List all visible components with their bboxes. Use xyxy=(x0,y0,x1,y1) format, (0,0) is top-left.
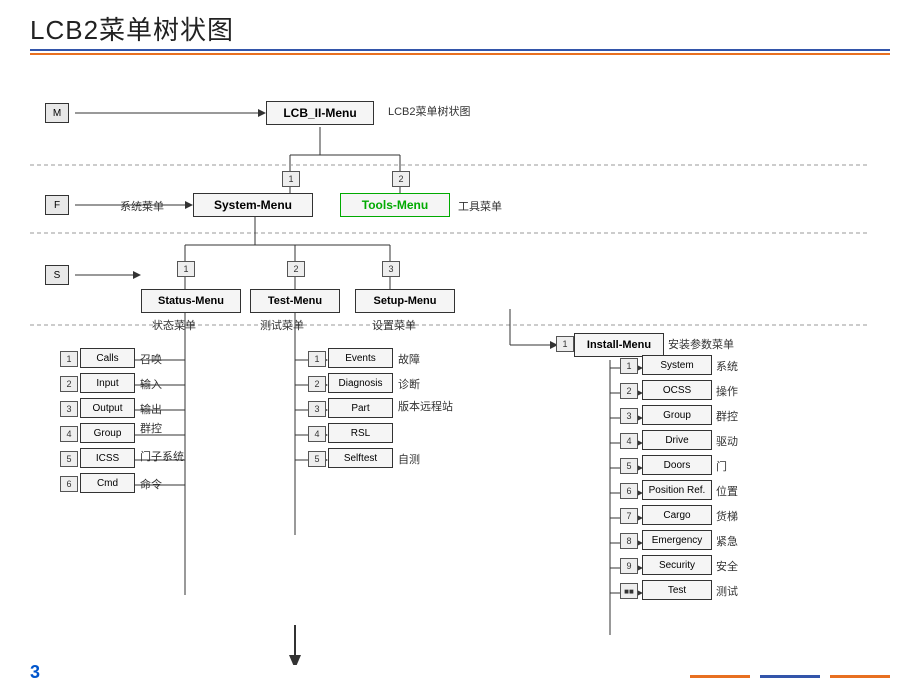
install-badge-9: 9 xyxy=(620,558,638,574)
test-badge-3: 3 xyxy=(308,401,326,417)
group2-box: Group xyxy=(642,405,712,425)
footer-line-2 xyxy=(830,675,890,678)
system-menu-cn-label: 系统菜单 xyxy=(120,198,164,214)
events-cn: 故障 xyxy=(398,351,420,367)
install-badge-8: 8 xyxy=(620,533,638,549)
status-menu-box: Status-Menu xyxy=(141,289,241,313)
calls-box: Calls xyxy=(80,348,135,368)
test-menu-cn: 测试菜单 xyxy=(260,317,304,333)
test-badge-2: 2 xyxy=(308,376,326,392)
m-key-box: M xyxy=(45,103,69,123)
drive-box: Drive xyxy=(642,430,712,450)
badge-3-setup: 3 xyxy=(382,261,400,277)
part-cn: 版本远程站 xyxy=(398,398,453,414)
install-badge-6: 6 xyxy=(620,483,638,499)
test-badge-5: 5 xyxy=(308,451,326,467)
system-cn: 系统 xyxy=(716,358,738,374)
lcb-menu-top-label: LCB2菜单树状图 xyxy=(388,103,471,119)
output-cn: 输出 xyxy=(140,401,162,417)
install-badge-3: 3 xyxy=(620,408,638,424)
setup-menu-box: Setup-Menu xyxy=(355,289,455,313)
install-badge-2: 2 xyxy=(620,383,638,399)
status-badge-1: 1 xyxy=(60,351,78,367)
page-title: LCB2菜单树状图 xyxy=(30,10,890,47)
selftest-cn: 自测 xyxy=(398,451,420,467)
install-badge-7: 7 xyxy=(620,508,638,524)
setup-badge-1: 1 xyxy=(556,336,574,352)
badge-2-test: 2 xyxy=(287,261,305,277)
input-box: Input xyxy=(80,373,135,393)
events-box: Events xyxy=(328,348,393,368)
security-cn: 安全 xyxy=(716,558,738,574)
setup-menu-cn: 设置菜单 xyxy=(372,317,416,333)
install-badge-4: 4 xyxy=(620,433,638,449)
part-box: Part xyxy=(328,398,393,418)
status-badge-3: 3 xyxy=(60,401,78,417)
tools-menu-cn-label: 工具菜单 xyxy=(458,198,502,214)
doors-cn: 门 xyxy=(716,458,727,474)
footer-line-1 xyxy=(690,675,750,678)
group-box: Group xyxy=(80,423,135,443)
status-badge-5: 5 xyxy=(60,451,78,467)
badge-2-tools: 2 xyxy=(392,171,410,187)
ocss-box: OCSS xyxy=(642,380,712,400)
cmd-cn: 命令 xyxy=(140,476,162,492)
position-ref-cn: 位置 xyxy=(716,483,738,499)
test-badge-1: 1 xyxy=(308,351,326,367)
connector-lines xyxy=(0,65,920,665)
install-menu-box: Install-Menu xyxy=(574,333,664,357)
test2-box: Test xyxy=(642,580,712,600)
diagnosis-cn: 诊断 xyxy=(398,376,420,392)
status-badge-4: 4 xyxy=(60,426,78,442)
test2-cn: 测试 xyxy=(716,583,738,599)
cmd-box: Cmd xyxy=(80,473,135,493)
install-badge-5: 5 xyxy=(620,458,638,474)
header-line-blue xyxy=(30,49,890,51)
status-menu-cn: 状态菜单 xyxy=(152,317,196,333)
output-box: Output xyxy=(80,398,135,418)
drive-cn: 驱动 xyxy=(716,433,738,449)
emergency-box: Emergency xyxy=(642,530,712,550)
position-ref-box: Position Ref. xyxy=(642,480,712,500)
s-key-box: S xyxy=(45,265,69,285)
install-badge-1: 1 xyxy=(620,358,638,374)
doors-box: Doors xyxy=(642,455,712,475)
tools-menu-box: Tools-Menu xyxy=(340,193,450,217)
header: LCB2菜单树状图 xyxy=(0,0,920,61)
footer: 3 xyxy=(0,654,920,690)
footer-line-3 xyxy=(760,675,820,678)
status-badge-6: 6 xyxy=(60,476,78,492)
lcb-menu-box: LCB_II-Menu xyxy=(266,101,374,125)
page-number: 3 xyxy=(30,662,40,683)
selftest-box: Selftest xyxy=(328,448,393,468)
security-box: Security xyxy=(642,555,712,575)
diagram: M LCB_II-Menu LCB2菜单树状图 1 2 F 系统菜单 Syste… xyxy=(0,65,920,665)
calls-cn: 召唤 xyxy=(140,351,162,367)
group-cn: 群控 xyxy=(140,423,162,436)
diagnosis-box: Diagnosis xyxy=(328,373,393,393)
header-line-orange xyxy=(30,53,890,55)
status-badge-2: 2 xyxy=(60,376,78,392)
icss-cn: 门子系统 xyxy=(140,448,184,464)
group2-cn: 群控 xyxy=(716,408,738,424)
system-box: System xyxy=(642,355,712,375)
input-cn: 输入 xyxy=(140,376,162,392)
rsl-box: RSL xyxy=(328,423,393,443)
test-menu-box: Test-Menu xyxy=(250,289,340,313)
test-badge-4: 4 xyxy=(308,426,326,442)
badge-1-status: 1 xyxy=(177,261,195,277)
install-menu-cn: 安装参数菜单 xyxy=(668,336,734,352)
install-badge-10: ■■ xyxy=(620,583,638,599)
emergency-cn: 紧急 xyxy=(716,533,738,549)
system-menu-box: System-Menu xyxy=(193,193,313,217)
cargo-cn: 货梯 xyxy=(716,508,738,524)
cargo-box: Cargo xyxy=(642,505,712,525)
ocss-cn: 操作 xyxy=(716,383,738,399)
badge-1-system: 1 xyxy=(282,171,300,187)
f-key-box: F xyxy=(45,195,69,215)
icss-box: ICSS xyxy=(80,448,135,468)
